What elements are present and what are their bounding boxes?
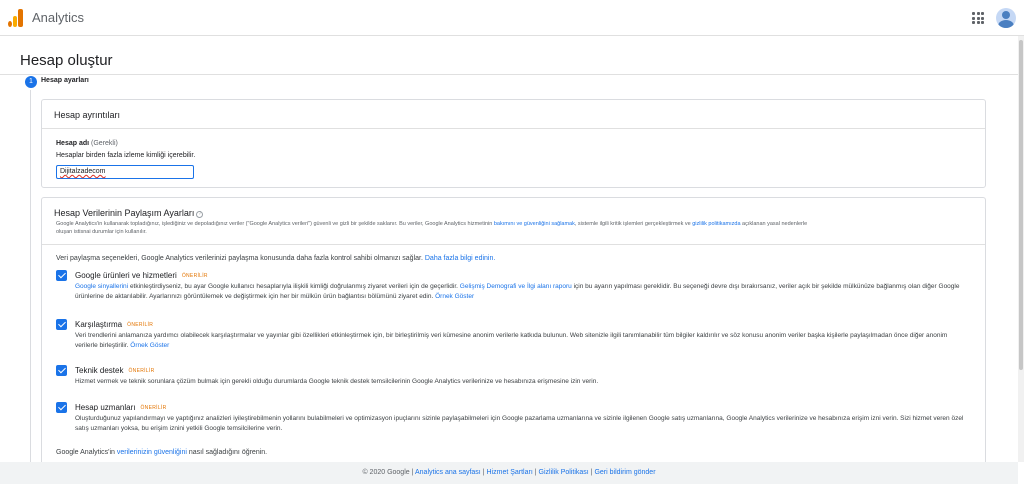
privacy-policy-link[interactable]: gizlilik politikamızda: [692, 221, 740, 227]
app-title: Analytics: [32, 10, 85, 25]
top-app-bar: Analytics: [0, 0, 1024, 36]
account-details-header: Hesap ayrıntıları: [54, 110, 121, 120]
recommended-badge: ÖNERİLİR: [128, 368, 155, 374]
show-example-link[interactable]: Örnek Göster: [130, 342, 169, 349]
option-description: Google sinyallerini etkinleştirdiyseniz,…: [75, 282, 965, 302]
description-text-4: oluşan istisnai durumlar için kullanılır…: [56, 229, 147, 235]
account-name-value[interactable]: Dijitalzadecom: [60, 168, 106, 175]
learn-more-link[interactable]: Daha fazla bilgi edinin.: [425, 255, 495, 262]
option-title: Karşılaştırma ÖNERİLİR: [75, 320, 153, 329]
option-text: Oluşturduğunuz yapılandırmayı ve yaptığı…: [75, 415, 817, 422]
security-link[interactable]: bakımını ve güvenliğini sağlamak: [494, 221, 575, 227]
card-divider: [42, 128, 985, 129]
option-title-text: Teknik destek: [75, 366, 124, 375]
google-signals-link[interactable]: Google sinyallerini: [75, 283, 128, 290]
footer-separator: |: [534, 469, 537, 476]
header-divider: [0, 74, 1018, 75]
data-sharing-description: Google Analytics'in kullanarak topladığı…: [56, 220, 966, 236]
sharing-intro: Veri paylaşma seçenekleri, Google Analyt…: [56, 255, 495, 262]
outro-text: Google Analytics'in: [56, 449, 115, 456]
option-description: Hizmet vermek ve teknik sorunlara çözüm …: [75, 378, 599, 385]
technical-support-checkbox[interactable]: [56, 365, 67, 376]
feedback-link[interactable]: Geri bildirim gönder: [594, 469, 655, 476]
data-sharing-header: Hesap Verilerinin Paylaşım Ayarları?: [54, 208, 204, 218]
show-example-link[interactable]: Örnek Göster: [435, 293, 474, 300]
data-sharing-title: Hesap Verilerinin Paylaşım Ayarları: [54, 208, 195, 218]
footer-separator: |: [482, 469, 485, 476]
page-scrollbar[interactable]: [1018, 36, 1024, 462]
scrollbar-thumb[interactable]: [1019, 40, 1023, 370]
demographics-report-link[interactable]: Gelişmiş Demografi ve İlgi alanı raporu: [460, 283, 572, 290]
page-footer: © 2020 Google | Analytics ana sayfası | …: [0, 462, 1018, 484]
intro-text: Veri paylaşma seçenekleri, Google Analyt…: [56, 255, 423, 262]
analytics-home-link[interactable]: Analytics ana sayfası: [415, 469, 481, 476]
option-title: Google ürünleri ve hizmetleri ÖNERİLİR: [75, 271, 208, 280]
footer-separator: |: [411, 469, 414, 476]
account-name-input[interactable]: Dijitalzadecom: [56, 165, 194, 179]
recommended-badge: ÖNERİLİR: [127, 322, 154, 328]
option-title-text: Google ürünleri ve hizmetleri: [75, 271, 177, 280]
recommended-badge: ÖNERİLİR: [181, 273, 208, 279]
description-text-2: , sistemle ilgili kritik işlemleri gerçe…: [574, 221, 691, 227]
footer-separator: |: [590, 469, 593, 476]
help-icon[interactable]: ?: [196, 211, 204, 218]
privacy-link[interactable]: Gizlilik Politikası: [539, 469, 589, 476]
analytics-logo-icon[interactable]: [8, 8, 24, 27]
account-name-label-text: Hesap adı: [56, 140, 90, 147]
option-title: Teknik destek ÖNERİLİR: [75, 366, 154, 375]
stepper-line: [30, 90, 31, 462]
description-text-3: açıklanan yasal nedenlerle: [742, 221, 808, 227]
security-outro: Google Analytics'in verilerinizin güvenl…: [56, 449, 267, 456]
account-details-card: Hesap ayrıntıları Hesap adı (Gerekli) He…: [41, 99, 986, 188]
outro-text: nasıl sağladığını öğrenin.: [188, 449, 268, 456]
step-number-badge: 1: [25, 76, 37, 88]
account-specialists-checkbox[interactable]: [56, 402, 67, 413]
option-text: için bu ayarın yapılması gereklidir. Bu …: [573, 283, 820, 290]
data-security-link[interactable]: verilerinizin güvenliğini: [117, 449, 187, 456]
option-text: etkinleştirdiyseniz, bu ayar Google kull…: [129, 283, 458, 290]
option-description: Oluşturduğunuz yapılandırmayı ve yaptığı…: [75, 414, 965, 434]
account-name-label: Hesap adı (Gerekli): [56, 140, 118, 147]
page-title: Hesap oluştur: [20, 52, 113, 69]
description-text-1: Google Analytics'in kullanarak topladığı…: [56, 221, 493, 227]
google-products-checkbox[interactable]: [56, 270, 67, 281]
recommended-badge: ÖNERİLİR: [140, 405, 167, 411]
option-text: Veri trendlerini anlamanıza yardımcı ola…: [75, 332, 806, 339]
account-name-hint: Hesaplar birden fazla izleme kimliği içe…: [56, 152, 196, 159]
option-title-text: Hesap uzmanları: [75, 403, 136, 412]
option-description: Veri trendlerini anlamanıza yardımcı ola…: [75, 331, 965, 351]
account-avatar-icon[interactable]: [996, 8, 1016, 28]
apps-grid-icon[interactable]: [972, 12, 984, 24]
card-divider: [42, 244, 985, 245]
option-title: Hesap uzmanları ÖNERİLİR: [75, 403, 167, 412]
step-label: Hesap ayarları: [41, 77, 89, 84]
terms-link[interactable]: Hizmet Şartları: [487, 469, 533, 476]
required-marker: (Gerekli): [91, 140, 118, 147]
copyright-text: © 2020 Google: [362, 469, 410, 476]
benchmarking-checkbox[interactable]: [56, 319, 67, 330]
data-sharing-card: Hesap Verilerinin Paylaşım Ayarları? Goo…: [41, 197, 986, 465]
option-title-text: Karşılaştırma: [75, 320, 123, 329]
